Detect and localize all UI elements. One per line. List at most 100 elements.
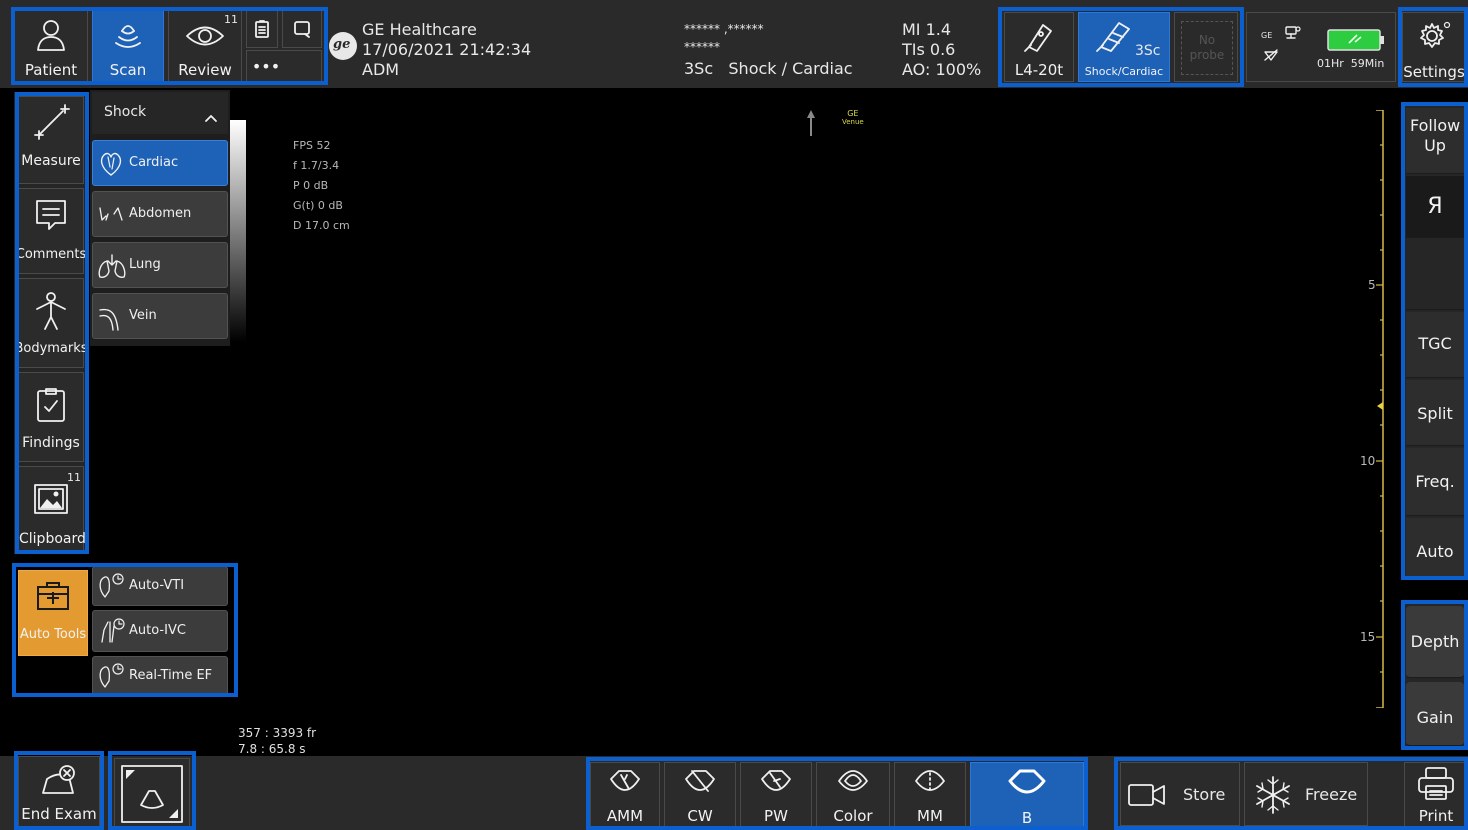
- end-exam-label: End Exam: [21, 805, 97, 823]
- battery-time: 01Hr 59Min: [1317, 57, 1385, 70]
- chat-button[interactable]: [282, 10, 322, 48]
- mode-amm-label: AMM: [606, 807, 644, 825]
- amm-mode-icon: [607, 767, 643, 797]
- system-status[interactable]: GE 01Hr 59Min: [1246, 12, 1396, 82]
- freeze-label: Freeze: [1305, 785, 1358, 804]
- preset-cardiac-label: Cardiac: [129, 155, 179, 170]
- mode-b-label: B: [1021, 809, 1033, 827]
- store-button[interactable]: Store: [1120, 762, 1240, 826]
- exam-datetime: 17/06/2021 21:42:34: [362, 40, 532, 59]
- mode-mm-label: MM: [917, 807, 943, 825]
- freeze-button[interactable]: Freeze: [1244, 762, 1368, 826]
- tgc-button[interactable]: TGC: [1406, 312, 1464, 378]
- eye-icon: [185, 23, 225, 49]
- orientation-label: Я: [1427, 194, 1443, 219]
- comments-button[interactable]: Comments: [16, 188, 86, 274]
- probe2-preset: Shock/Cardiac: [1084, 65, 1164, 78]
- cine-time: 7.8 : 65.8 s: [238, 742, 306, 756]
- probe-l4-20t-button[interactable]: L4-20t: [1004, 12, 1074, 82]
- preset-abdomen-label: Abdomen: [129, 206, 192, 221]
- preset-vein[interactable]: Vein: [92, 293, 228, 339]
- patient-button[interactable]: Patient: [14, 10, 88, 82]
- auto-button[interactable]: Auto: [1406, 518, 1464, 578]
- freq-label: Freq.: [1415, 472, 1455, 491]
- depth-button[interactable]: Depth: [1406, 606, 1464, 678]
- blank-button[interactable]: [1406, 240, 1464, 310]
- pw-mode-icon: [758, 767, 794, 797]
- findings-label: Findings: [22, 435, 80, 451]
- preset-category-dropdown[interactable]: Shock: [92, 92, 228, 134]
- measure-label: Measure: [21, 153, 81, 169]
- heart-icon: [100, 152, 122, 176]
- ao-value: AO: 100%: [902, 60, 982, 79]
- cine-frames: 357 : 3393 fr: [238, 726, 317, 740]
- scan-label: Scan: [109, 61, 147, 79]
- expand-sector-icon: [119, 763, 185, 825]
- venue-logo: GE Venue: [842, 110, 864, 127]
- preset-lung[interactable]: Lung: [92, 242, 228, 288]
- scan-button[interactable]: Scan: [92, 10, 164, 82]
- snowflake-icon: [1253, 775, 1293, 819]
- no-probe-label: No probe: [1189, 33, 1225, 62]
- patient-id: ******: [684, 40, 720, 54]
- mode-color-button[interactable]: Color: [816, 762, 890, 828]
- mode-pw-button[interactable]: PW: [740, 762, 812, 828]
- depth-label: Depth: [1410, 632, 1460, 651]
- checklist-icon: [34, 387, 68, 425]
- mode-cw-button[interactable]: CW: [664, 762, 736, 828]
- preset-vein-label: Vein: [129, 308, 157, 323]
- print-button[interactable]: Print: [1404, 762, 1468, 828]
- preset-abdomen[interactable]: Abdomen: [92, 191, 228, 237]
- follow-up-label: Follow Up: [1410, 116, 1461, 155]
- clipboard-button[interactable]: 11 Clipboard: [18, 466, 86, 552]
- end-exam-button[interactable]: End Exam: [18, 756, 100, 828]
- gain-label: Gain: [1416, 708, 1454, 727]
- auto-vti-button[interactable]: Auto-VTI: [92, 566, 228, 606]
- follow-up-button[interactable]: Follow Up: [1406, 108, 1464, 174]
- report-button[interactable]: [246, 10, 278, 48]
- auto-vti-icon: [99, 573, 124, 598]
- b-mode-icon: [1004, 767, 1050, 801]
- fullscreen-button[interactable]: [114, 758, 190, 828]
- preset-cardiac[interactable]: Cardiac: [92, 140, 228, 186]
- auto-tools-button[interactable]: Auto Tools: [18, 570, 88, 656]
- split-label: Split: [1417, 404, 1453, 423]
- auto-ivc-label: Auto-IVC: [129, 623, 186, 638]
- no-probe-slot[interactable]: No probe: [1174, 12, 1238, 82]
- mode-mm-button[interactable]: MM: [894, 762, 966, 828]
- depth-scale: [1376, 109, 1384, 709]
- depth-value: D 17.0 cm: [293, 219, 350, 232]
- auto-ivc-icon: [101, 618, 125, 643]
- abdomen-icon: [99, 207, 123, 221]
- tis-value: TIs 0.6: [902, 40, 956, 59]
- real-time-ef-icon: [99, 663, 124, 688]
- person-icon: [33, 17, 69, 53]
- comments-label: Comments: [15, 247, 87, 262]
- auto-label: Auto: [1416, 542, 1454, 561]
- more-button[interactable]: •••: [246, 50, 322, 82]
- measure-button[interactable]: Measure: [18, 96, 84, 184]
- comment-icon: [31, 197, 71, 235]
- clipboard-list-icon: [254, 19, 270, 39]
- more-label: •••: [251, 57, 281, 76]
- settings-button[interactable]: Settings: [1402, 12, 1466, 82]
- freq-button[interactable]: Freq.: [1406, 448, 1464, 516]
- user-name: ADM: [362, 60, 400, 79]
- tgc-label: TGC: [1418, 334, 1452, 353]
- mode-b-button[interactable]: B: [970, 762, 1084, 828]
- linear-probe-icon: [1021, 19, 1057, 55]
- mode-amm-button[interactable]: AMM: [590, 762, 660, 828]
- split-button[interactable]: Split: [1406, 380, 1464, 446]
- auto-ivc-button[interactable]: Auto-IVC: [92, 610, 228, 652]
- bodymarks-button[interactable]: Bodymarks: [14, 278, 88, 368]
- patient-label: Patient: [24, 61, 78, 79]
- fps-value: FPS 52: [293, 139, 331, 152]
- findings-button[interactable]: Findings: [18, 372, 84, 462]
- probe-3sc-button[interactable]: 3Sc Shock/Cardiac: [1078, 12, 1170, 82]
- settings-label: Settings: [1403, 63, 1465, 81]
- cw-mode-icon: [682, 767, 718, 797]
- real-time-ef-button[interactable]: Real-Time EF: [92, 656, 228, 696]
- gear-icon: [1417, 21, 1451, 51]
- orientation-flip-button[interactable]: Я: [1406, 176, 1464, 238]
- gain-button[interactable]: Gain: [1406, 682, 1464, 746]
